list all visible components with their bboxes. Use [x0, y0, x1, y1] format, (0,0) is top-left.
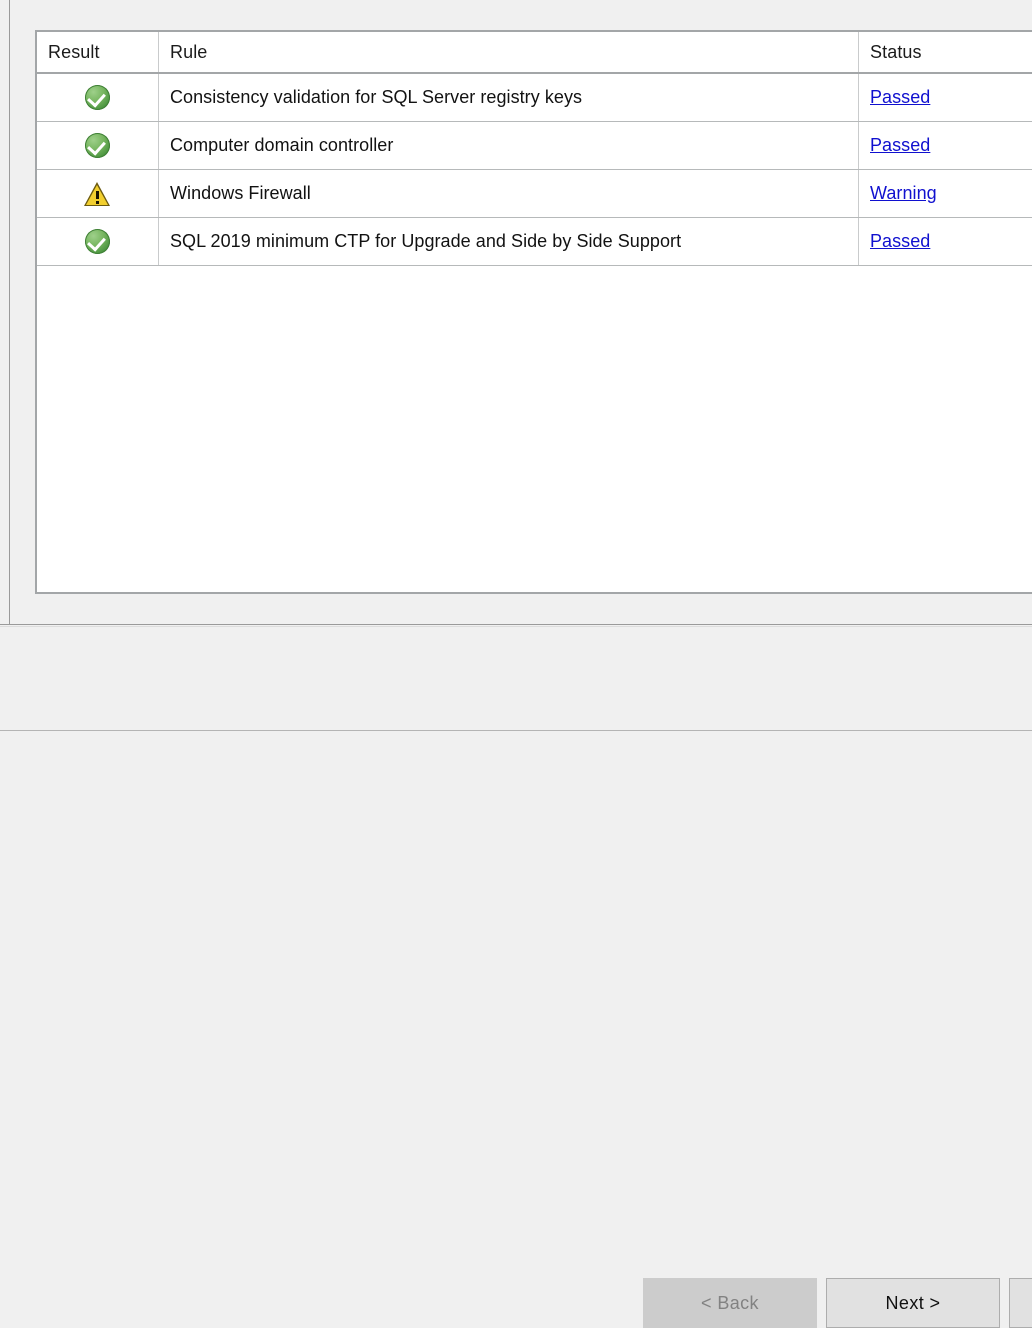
- wizard-button-bar: < Back Next >: [0, 627, 1032, 1328]
- column-header-rule[interactable]: Rule: [159, 32, 859, 72]
- success-check-icon: [85, 85, 110, 110]
- status-link[interactable]: Passed: [870, 231, 930, 252]
- column-header-status[interactable]: Status: [859, 32, 1032, 72]
- row-status-cell: Warning: [859, 170, 1032, 217]
- status-link[interactable]: Passed: [870, 87, 930, 108]
- cancel-button[interactable]: [1009, 1278, 1032, 1328]
- next-button[interactable]: Next >: [826, 1278, 1000, 1328]
- row-result-cell: [37, 122, 159, 169]
- setup-wizard-window: Result Rule Status Consistency validatio…: [0, 0, 1032, 1328]
- table-row[interactable]: Windows Firewall Warning: [37, 170, 1032, 218]
- row-result-cell: [37, 218, 159, 265]
- row-status-cell: Passed: [859, 218, 1032, 265]
- row-status-cell: Passed: [859, 122, 1032, 169]
- success-check-icon: [85, 133, 110, 158]
- table-row[interactable]: SQL 2019 minimum CTP for Upgrade and Sid…: [37, 218, 1032, 266]
- rules-results-grid: Result Rule Status Consistency validatio…: [35, 30, 1032, 594]
- row-rule-label: Computer domain controller: [159, 122, 859, 169]
- table-row[interactable]: Computer domain controller Passed: [37, 122, 1032, 170]
- row-rule-label: Windows Firewall: [159, 170, 859, 217]
- wizard-content-pane: Result Rule Status Consistency validatio…: [10, 0, 1032, 624]
- window-bottom-fill: [0, 731, 1032, 742]
- back-button[interactable]: < Back: [643, 1278, 817, 1328]
- success-check-icon: [85, 229, 110, 254]
- status-link[interactable]: Warning: [870, 183, 937, 204]
- footer-divider: [0, 624, 1032, 625]
- row-result-cell: [37, 74, 159, 121]
- grid-body: Consistency validation for SQL Server re…: [37, 74, 1032, 266]
- row-rule-label: SQL 2019 minimum CTP for Upgrade and Sid…: [159, 218, 859, 265]
- warning-triangle-icon: [84, 181, 111, 206]
- table-row[interactable]: Consistency validation for SQL Server re…: [37, 74, 1032, 122]
- grid-inner: Result Rule Status Consistency validatio…: [37, 32, 1032, 592]
- row-status-cell: Passed: [859, 74, 1032, 121]
- row-rule-label: Consistency validation for SQL Server re…: [159, 74, 859, 121]
- status-link[interactable]: Passed: [870, 135, 930, 156]
- row-result-cell: [37, 170, 159, 217]
- column-header-result[interactable]: Result: [37, 32, 159, 72]
- grid-header-row: Result Rule Status: [37, 32, 1032, 74]
